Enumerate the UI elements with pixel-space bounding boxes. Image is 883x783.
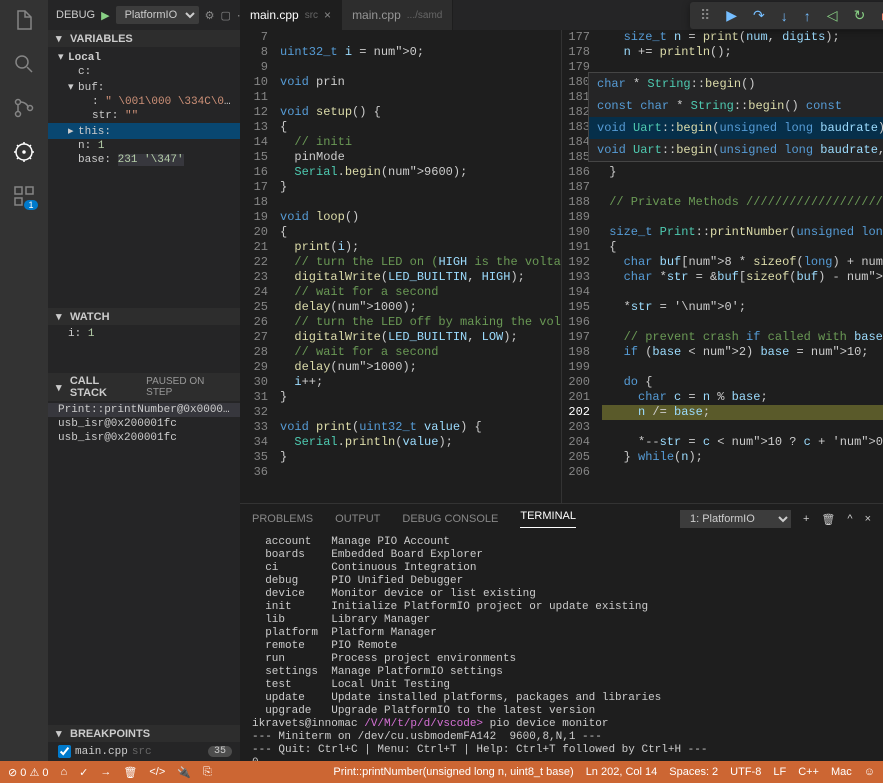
- suggest-item[interactable]: char * String::begin(): [589, 73, 883, 95]
- callstack-frame[interactable]: usb_isr@0x200001fc: [48, 431, 240, 445]
- status-upload-icon[interactable]: →: [100, 766, 111, 778]
- status-build-icon[interactable]: ✓: [79, 766, 88, 779]
- restart-icon[interactable]: ↻: [854, 7, 866, 24]
- breakpoint-checkbox[interactable]: [58, 745, 71, 758]
- status-feedback-icon[interactable]: ☺: [864, 766, 875, 778]
- tab-main-src[interactable]: main.cppsrc×: [240, 0, 342, 30]
- git-icon[interactable]: [12, 96, 36, 120]
- step-out-icon[interactable]: ↑: [804, 8, 811, 24]
- variable-row[interactable]: c:: [48, 65, 240, 79]
- intellisense-popup[interactable]: char * String::begin()const char * Strin…: [588, 72, 883, 162]
- debug-toolbar: ⠿ ▶ ↷ ↓ ↑ ◁ ↻ ■: [690, 2, 883, 29]
- terminal-output[interactable]: account Manage PIO Account boards Embedd…: [240, 534, 883, 761]
- variable-row[interactable]: str: "": [48, 109, 240, 123]
- status-pio-home-icon[interactable]: ⌂: [61, 766, 68, 778]
- variables-section[interactable]: ▾VARIABLES: [48, 30, 240, 47]
- callstack-frame[interactable]: usb_isr@0x200001fc: [48, 417, 240, 431]
- close-panel-icon[interactable]: ×: [865, 513, 871, 525]
- status-os[interactable]: Mac: [831, 766, 852, 778]
- extensions-icon[interactable]: 1: [12, 184, 36, 208]
- status-errors[interactable]: ⊘ 0 ⚠ 0: [8, 766, 49, 779]
- search-icon[interactable]: [12, 52, 36, 76]
- status-code-icon[interactable]: </>: [149, 766, 165, 778]
- status-eol[interactable]: LF: [773, 766, 786, 778]
- terminal-select[interactable]: 1: PlatformIO: [680, 510, 791, 528]
- suggest-item[interactable]: void Uart::begin(unsigned long baudrate): [589, 117, 883, 139]
- editor-left[interactable]: 7891011121314151617181920212223242526272…: [240, 30, 561, 503]
- debug-header: DEBUG ▶ PlatformIO ⚙ ▢ ⋯: [48, 0, 240, 30]
- breakpoint-row[interactable]: main.cpp src 35: [48, 744, 240, 759]
- variable-row[interactable]: : " \001\000 \334C\00…: [48, 95, 240, 109]
- watch-row[interactable]: i: 1: [48, 327, 240, 341]
- suggest-item[interactable]: void Uart::begin(unsigned long baudrate,…: [589, 139, 883, 161]
- kill-terminal-icon[interactable]: 🗑: [821, 513, 835, 526]
- panel-tab-debug-console[interactable]: DEBUG CONSOLE: [402, 513, 498, 525]
- variable-row[interactable]: ▾buf:: [48, 79, 240, 95]
- step-back-icon[interactable]: ◁: [827, 7, 838, 24]
- drag-handle-icon[interactable]: ⠿: [700, 7, 710, 24]
- callstack-section[interactable]: ▾CALL STACKPAUSED ON STEP: [48, 373, 240, 401]
- new-terminal-icon[interactable]: +: [803, 513, 809, 525]
- extensions-badge: 1: [24, 200, 38, 210]
- status-function[interactable]: Print::printNumber(unsigned long n, uint…: [333, 766, 573, 778]
- status-serial-icon[interactable]: 🔌: [177, 766, 191, 779]
- status-spaces[interactable]: Spaces: 2: [669, 766, 718, 778]
- status-terminal-icon[interactable]: ⎘: [203, 766, 212, 779]
- variable-row[interactable]: n: 1: [48, 139, 240, 153]
- watch-section[interactable]: ▾WATCH: [48, 308, 240, 325]
- debug-icon[interactable]: [12, 140, 36, 164]
- panel-tab-terminal[interactable]: TERMINAL: [520, 510, 576, 528]
- variable-row[interactable]: base: 231 '\347': [48, 153, 240, 167]
- status-lang[interactable]: C++: [798, 766, 819, 778]
- step-into-icon[interactable]: ↓: [781, 8, 788, 24]
- breakpoints-section[interactable]: ▾BREAKPOINTS: [48, 725, 240, 742]
- maximize-panel-icon[interactable]: ^: [847, 513, 852, 525]
- variable-row[interactable]: ▸this:: [48, 123, 240, 139]
- status-clean-icon[interactable]: 🗑: [123, 766, 137, 779]
- tab-main-samd[interactable]: main.cpp.../samd: [342, 0, 453, 30]
- step-over-icon[interactable]: ↷: [753, 7, 765, 24]
- panel-tab-problems[interactable]: PROBLEMS: [252, 513, 313, 525]
- callstack-frame[interactable]: Print::printNumber@0x000042ac: [48, 403, 240, 417]
- close-icon[interactable]: ×: [324, 8, 331, 22]
- files-icon[interactable]: [12, 8, 36, 32]
- variables-body: ▾Local c: ▾buf: : " \001\000 \334C\00…st…: [48, 47, 240, 169]
- suggest-item[interactable]: const char * String::begin() const: [589, 95, 883, 117]
- gear-icon[interactable]: ⚙: [205, 9, 215, 22]
- debug-config-select[interactable]: PlatformIO: [116, 6, 199, 24]
- debug-console-icon[interactable]: ▢: [220, 9, 230, 22]
- panel-tab-output[interactable]: OUTPUT: [335, 513, 380, 525]
- continue-icon[interactable]: ▶: [726, 7, 737, 24]
- start-debug-icon[interactable]: ▶: [101, 9, 109, 22]
- status-encoding[interactable]: UTF-8: [730, 766, 761, 778]
- status-position[interactable]: Ln 202, Col 14: [586, 766, 658, 778]
